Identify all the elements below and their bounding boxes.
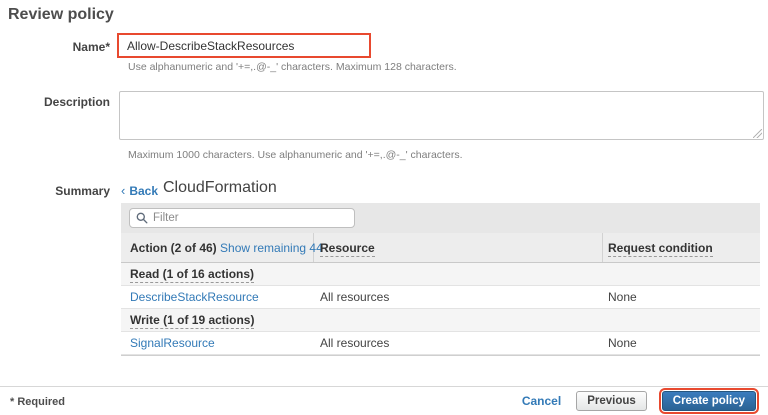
policy-summary-table: Action (2 of 46) Show remaining 44 Resou… <box>121 203 760 356</box>
section-row-write: Write (1 of 19 actions) <box>121 309 760 332</box>
cancel-link[interactable]: Cancel <box>522 394 561 408</box>
show-remaining-link[interactable]: Show remaining 44 <box>220 241 323 255</box>
condition-value: None <box>608 290 637 304</box>
page-title: Review policy <box>8 6 114 24</box>
column-header-action: Action (2 of 46) Show remaining 44 <box>130 241 323 255</box>
action-link[interactable]: DescribeStackResource <box>130 290 259 304</box>
policy-name-input[interactable] <box>117 33 371 58</box>
description-help-text: Maximum 1000 characters. Use alphanumeri… <box>128 149 462 161</box>
section-row-read: Read (1 of 16 actions) <box>121 263 760 286</box>
section-header-label: Write (1 of 19 actions) <box>130 313 254 329</box>
search-icon <box>136 212 148 224</box>
action-link[interactable]: SignalResource <box>130 336 215 350</box>
service-name: CloudFormation <box>163 179 277 197</box>
filter-box[interactable] <box>129 208 355 228</box>
back-link-label: Back <box>129 184 158 198</box>
table-bottom-border <box>121 355 760 356</box>
summary-label: Summary <box>0 184 110 198</box>
condition-value: None <box>608 336 637 350</box>
footer-divider <box>0 386 768 387</box>
chevron-left-icon: ‹ <box>121 183 125 198</box>
create-policy-button[interactable]: Create policy <box>662 391 756 411</box>
description-textarea[interactable] <box>119 91 764 140</box>
section-header-label: Read (1 of 16 actions) <box>130 267 254 283</box>
table-row: DescribeStackResource All resources None <box>121 286 760 309</box>
table-header-row: Action (2 of 46) Show remaining 44 Resou… <box>121 233 760 263</box>
resize-handle-icon[interactable] <box>753 129 762 138</box>
footer-actions: Cancel Previous Create policy <box>522 391 756 411</box>
name-label: Name* <box>0 40 110 54</box>
resource-value: All resources <box>320 290 389 304</box>
name-help-text: Use alphanumeric and '+=,.@-_' character… <box>128 61 457 73</box>
column-divider <box>602 233 603 262</box>
resource-value: All resources <box>320 336 389 350</box>
action-count-label: Action (2 of 46) <box>130 241 217 255</box>
description-label: Description <box>0 95 110 109</box>
column-header-request-condition: Request condition <box>608 241 713 255</box>
required-note: * Required <box>10 396 65 408</box>
filter-input[interactable] <box>153 212 348 224</box>
table-toolbar <box>121 203 760 233</box>
table-row: SignalResource All resources None <box>121 332 760 355</box>
column-header-resource: Resource <box>320 241 375 255</box>
back-link[interactable]: ‹ Back <box>121 183 158 198</box>
previous-button[interactable]: Previous <box>576 391 647 411</box>
